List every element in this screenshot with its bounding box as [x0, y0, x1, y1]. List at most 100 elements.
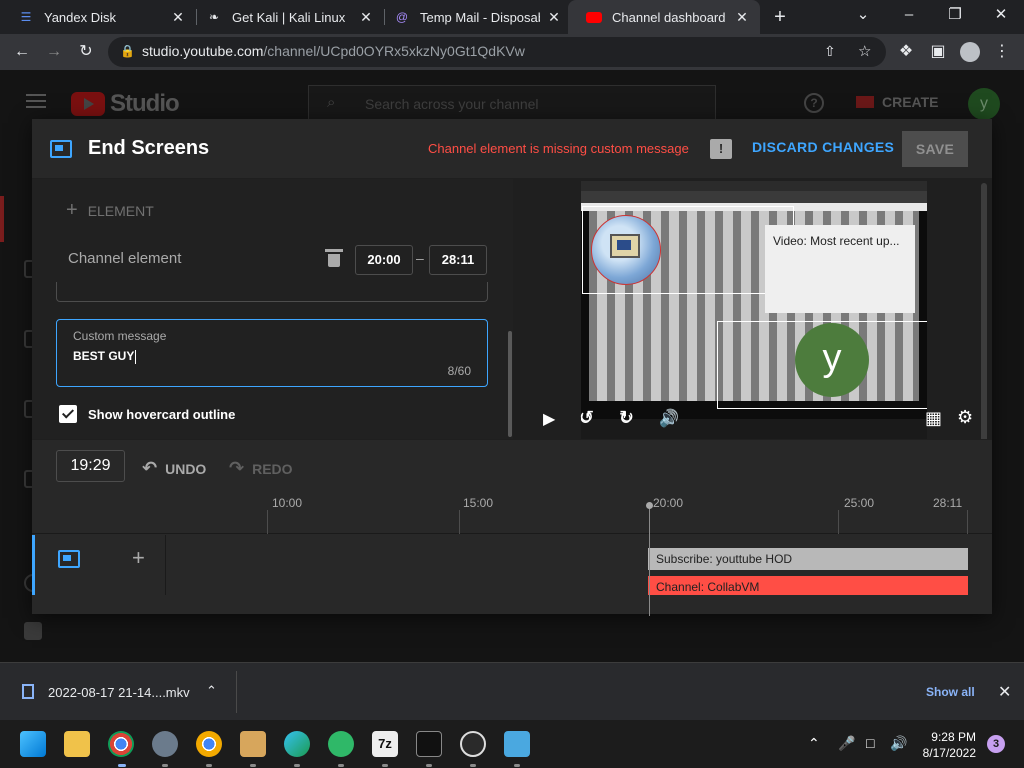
share-icon[interactable]: ⇧ [824, 43, 836, 60]
network-icon[interactable]: □ [866, 735, 874, 751]
close-window-button[interactable]: ✕ [978, 0, 1024, 32]
add-track-element-button[interactable]: + [132, 545, 145, 571]
settings-icon[interactable] [152, 731, 178, 757]
chrome-icon[interactable] [108, 731, 134, 757]
volume-button[interactable]: 🔊 [659, 408, 679, 428]
7zip-icon[interactable]: 7z [372, 731, 398, 757]
element-editor-panel: + ELEMENT Channel element 20:00 – 28:11 C… [32, 179, 513, 439]
forward-button[interactable]: → [40, 38, 68, 66]
tab-close-icon[interactable]: ✕ [546, 9, 562, 26]
show-all-button[interactable]: Show all [926, 685, 975, 699]
tab-yandex-disk[interactable]: ☰ Yandex Disk ✕ [0, 0, 196, 34]
menu-icon[interactable] [26, 94, 46, 108]
dialog-scrollbar[interactable] [981, 183, 987, 483]
save-button[interactable]: SAVE [902, 131, 968, 167]
channel-avatar[interactable]: y [968, 88, 1000, 120]
editor-scrollbar[interactable] [508, 331, 512, 437]
current-time-input[interactable]: 19:29 [56, 450, 125, 482]
close-downloads-icon[interactable]: ✕ [998, 682, 1011, 702]
rewind-button[interactable]: ↺ [579, 407, 594, 428]
end-screen-icon [50, 140, 72, 158]
windows-taskbar: 7z ⌃ 🎤 □ 🔊 9:28 PM 8/17/2022 3 [0, 720, 1024, 768]
sidebar-feedback-icon[interactable] [24, 622, 42, 640]
tab-close-icon[interactable]: ✕ [170, 9, 186, 26]
tab-search-chevron-icon[interactable]: ⌄ [840, 0, 886, 32]
subscribe-timeline-bar[interactable]: Subscribe: youttube HOD [648, 548, 968, 570]
tab-label: Channel dashboard - Y [612, 9, 728, 25]
tab-temp-mail[interactable]: @ Temp Mail - Disposable ✕ [376, 0, 572, 34]
chrome-canary-icon[interactable] [196, 731, 222, 757]
terminal-icon[interactable] [416, 731, 442, 757]
tab-channel-dashboard[interactable]: Channel dashboard - Y ✕ [568, 0, 760, 34]
hovercard-outline-label[interactable]: Show hovercard outline [88, 407, 235, 422]
discard-changes-button[interactable]: DISCARD CHANGES [752, 139, 894, 155]
tray-chevron-icon[interactable]: ⌃ [808, 735, 820, 752]
profile-avatar-icon[interactable] [956, 38, 984, 66]
tick-label: 10:00 [272, 496, 303, 510]
undo-button[interactable]: ↶ UNDO [142, 458, 206, 479]
gear-icon[interactable]: ⚙ [957, 407, 973, 428]
create-button[interactable]: CREATE [856, 94, 939, 110]
notepad-icon[interactable] [504, 731, 530, 757]
store-icon[interactable] [240, 731, 266, 757]
reload-button[interactable]: ↻ [72, 38, 100, 66]
restore-button[interactable]: ❐ [932, 0, 978, 32]
tick-label: 15:00 [463, 496, 494, 510]
playhead[interactable] [646, 502, 653, 616]
feedback-icon[interactable]: ! [710, 139, 732, 159]
address-bar[interactable]: 🔒 studio.youtube.com/channel/UCpd0OYRx5x… [108, 37, 886, 67]
file-explorer-icon[interactable] [64, 731, 90, 757]
clock-time: 9:28 PM [931, 730, 976, 744]
channel-select-field[interactable] [56, 282, 488, 302]
search-placeholder: Search across your channel [365, 96, 539, 112]
chrome-menu-icon[interactable]: ⋮ [988, 38, 1016, 66]
redo-button[interactable]: ↷ REDO [229, 458, 293, 479]
youtube-logo-icon[interactable] [71, 92, 105, 116]
chevron-up-icon[interactable]: ⌃ [206, 683, 217, 699]
obs-icon[interactable] [460, 731, 486, 757]
download-file-name[interactable]: 2022-08-17 21-14....mkv [48, 685, 190, 700]
extensions-icon[interactable]: ❖ [892, 38, 920, 66]
browser-toolbar: ← → ↻ 🔒 studio.youtube.com/channel/UCpd0… [0, 34, 1024, 70]
custom-message-input[interactable]: Custom message BEST GUY 8/60 [56, 319, 488, 387]
add-element-button[interactable]: + ELEMENT [66, 199, 154, 222]
grid-icon[interactable]: ▦ [925, 408, 942, 429]
play-button[interactable]: ▶ [543, 409, 555, 429]
minimize-button[interactable]: – [886, 0, 932, 32]
tab-kali-linux[interactable]: ❧ Get Kali | Kali Linux ✕ [188, 0, 384, 34]
forward-button-video[interactable]: ↻ [619, 407, 634, 428]
time-ruler[interactable]: 10:00 15:00 20:00 25:00 28:11 [32, 492, 992, 534]
app-green-icon[interactable] [328, 731, 354, 757]
track-active-indicator [32, 535, 35, 595]
tick-label: 28:11 [933, 496, 963, 510]
end-time-input[interactable]: 28:11 [429, 245, 487, 275]
video-preview[interactable]: Video: Most recent up... y ▶ ↺ ↻ 🔊 [581, 181, 927, 439]
notification-badge[interactable]: 3 [987, 735, 1005, 753]
studio-brand[interactable]: Studio [110, 90, 180, 118]
file-icon [22, 684, 34, 699]
end-screen-track-icon[interactable] [58, 550, 80, 568]
studio-search[interactable]: ⌕ Search across your channel [308, 85, 716, 121]
windows-start-icon[interactable] [20, 731, 46, 757]
plus-icon: + [66, 199, 78, 221]
help-icon[interactable]: ? [804, 93, 824, 113]
element-name: Channel element [68, 250, 182, 267]
microphone-icon[interactable]: 🎤 [838, 735, 855, 752]
custom-message-value[interactable]: BEST GUY [73, 349, 136, 364]
volume-tray-icon[interactable]: 🔊 [890, 735, 907, 752]
channel-timeline-bar[interactable]: Channel: CollabVM [648, 576, 968, 595]
lock-icon: 🔒 [120, 44, 135, 58]
new-tab-button[interactable]: + [768, 5, 792, 29]
tab-close-icon[interactable]: ✕ [358, 9, 374, 26]
trash-icon[interactable] [325, 249, 343, 267]
subscribe-element-outline[interactable] [717, 321, 927, 409]
side-panel-icon[interactable]: ▣ [924, 38, 952, 66]
hovercard-outline-checkbox[interactable] [59, 405, 77, 423]
bookmark-star-icon[interactable]: ☆ [858, 42, 871, 60]
edge-icon[interactable] [284, 731, 310, 757]
channel-element-outline[interactable] [582, 206, 794, 294]
back-button[interactable]: ← [8, 38, 36, 66]
start-time-input[interactable]: 20:00 [355, 245, 413, 275]
tab-close-icon[interactable]: ✕ [734, 9, 750, 26]
system-clock[interactable]: 9:28 PM 8/17/2022 [912, 729, 976, 761]
